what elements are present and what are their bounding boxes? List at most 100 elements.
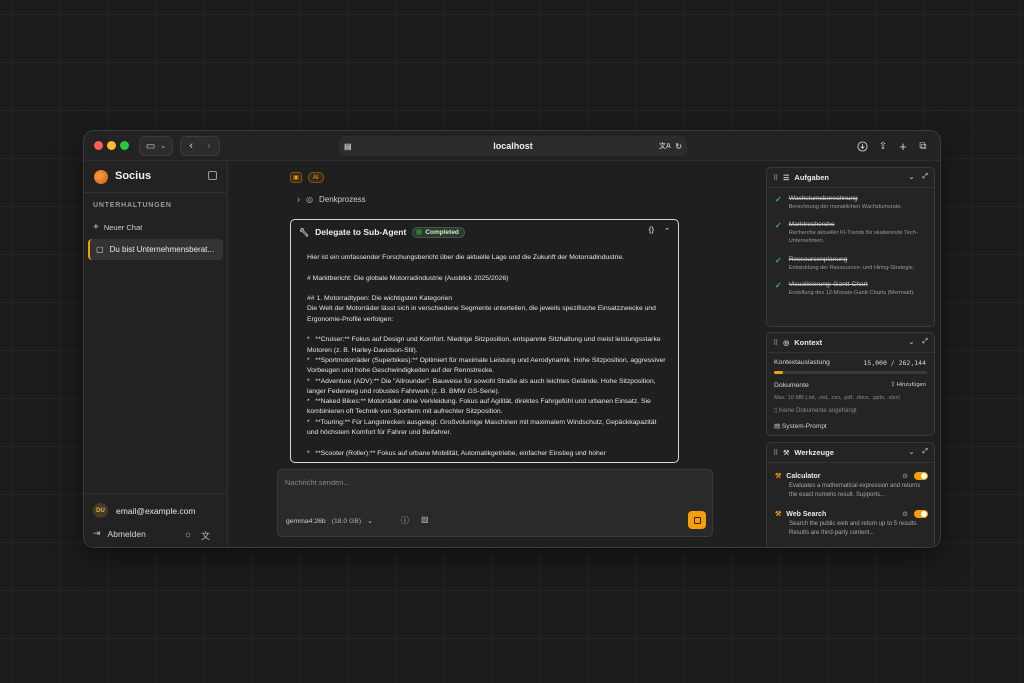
system-prompt-button[interactable]: ▤ System-Prompt xyxy=(774,422,827,430)
chevron-down-icon[interactable]: ⌄ xyxy=(909,448,915,456)
sub-agent-title: Delegate to Sub-Agent xyxy=(315,227,407,237)
tool-toggle[interactable] xyxy=(914,472,928,480)
context-icon: ◎ xyxy=(783,339,790,347)
tool-name: Calculator xyxy=(786,472,821,480)
no-documents-label: Keine Dokumente angehängt xyxy=(778,408,857,414)
tool-settings-icon[interactable]: ⚙ xyxy=(902,510,908,518)
new-tab-icon[interactable]: + xyxy=(896,136,910,156)
back-button[interactable]: ‹ xyxy=(189,140,193,152)
tabs-overview-icon[interactable]: ⧉ xyxy=(916,136,930,156)
task-item: ✓ Ressourcenplanung Entwicklung der Ress… xyxy=(775,256,924,273)
browser-titlebar: ▭ ⌄ ‹ › ▤ localhost 文A ↻ ⇪ + ⧉ xyxy=(84,131,940,161)
image-icon[interactable]: ▨ xyxy=(421,515,429,524)
sidebar-toggle-button[interactable]: ▭ ⌄ xyxy=(139,136,173,156)
translate-icon[interactable]: 文A xyxy=(659,141,671,151)
new-chat-button[interactable]: + Neuer Chat xyxy=(93,222,142,233)
model-selector[interactable]: gemma4:26b (18.0 GB) ⌄ xyxy=(286,514,373,528)
theme-toggle-icon[interactable]: ☼ xyxy=(184,529,192,539)
task-title: Marktrecherche xyxy=(788,221,835,228)
wrench-icon: ⚒ xyxy=(775,473,782,480)
checkmark-icon: ✓ xyxy=(775,256,782,265)
add-document-label: Hinzufügen xyxy=(896,382,926,388)
close-window-button[interactable] xyxy=(94,141,103,150)
tool-item: ⚒ Web Search Search the public web and re… xyxy=(775,510,928,537)
prompt-icon: ▤ xyxy=(774,423,782,430)
expand-icon[interactable]: ⤢ xyxy=(922,173,928,181)
tool-desc: Search the public web and return up to 5… xyxy=(789,521,919,536)
tool-desc: Evaluates a mathematical expression and … xyxy=(789,483,921,498)
checkmark-icon: ✓ xyxy=(775,195,782,204)
drag-handle-icon[interactable]: ⠿ xyxy=(773,449,778,457)
context-panel: ⠿ ◎ Kontext ⌄ ⤢ Kontextauslastung 15,000 … xyxy=(766,332,935,436)
chevron-right-icon: › xyxy=(297,194,300,204)
tool-toggle[interactable] xyxy=(914,510,928,518)
socius-logo xyxy=(94,170,108,184)
sub-agent-header[interactable]: 🔧︎ Delegate to Sub-Agent Completed {} ⌃ xyxy=(291,220,678,244)
checkmark-icon: ✓ xyxy=(775,281,782,290)
user-profile[interactable]: DU email@example.com xyxy=(93,503,196,518)
send-button[interactable] xyxy=(688,511,706,529)
expand-icon[interactable]: ⤢ xyxy=(922,338,928,346)
collapse-sidebar-icon[interactable] xyxy=(208,171,217,180)
sub-agent-card: 🔧︎ Delegate to Sub-Agent Completed {} ⌃ … xyxy=(290,219,679,463)
no-documents-text: ▯ Keine Dokumente angehängt xyxy=(774,407,857,414)
thinking-label: Denkprozess xyxy=(318,194,366,204)
language-icon[interactable]: 文 xyxy=(201,529,210,542)
wrench-icon: ⚒ xyxy=(783,449,790,457)
tasks-panel-header: ⠿ ☰ Aufgaben ⌄ ⤢ xyxy=(767,168,934,188)
address-bar[interactable]: ▤ localhost 文A ↻ xyxy=(339,136,687,156)
message-composer: Nachricht senden... gemma4:26b (18.0 GB)… xyxy=(277,469,713,537)
documents-label: Dokumente xyxy=(774,382,809,389)
chat-main: ▣ AI › ◎ Denkprozess 🔧︎ Delegate to Sub-… xyxy=(229,161,759,547)
code-view-button[interactable]: {} xyxy=(649,227,654,235)
expand-icon[interactable]: ⤢ xyxy=(922,448,928,456)
drag-handle-icon[interactable]: ⠿ xyxy=(773,339,778,347)
wrench-icon: ⚒ xyxy=(775,511,782,518)
share-icon[interactable]: ⇪ xyxy=(876,136,890,156)
task-desc: Entwicklung der Ressourcen- und Hiring-S… xyxy=(788,265,915,271)
download-icon[interactable] xyxy=(855,136,869,156)
info-icon[interactable]: ⓘ xyxy=(401,515,409,526)
divider xyxy=(84,493,227,494)
documents-hint: Max. 10 MB (.txt, .md, .csv, .pdf, .docx… xyxy=(774,395,901,401)
url-text: localhost xyxy=(493,141,533,151)
tool-settings-icon[interactable]: ⚙ xyxy=(902,472,908,480)
sidebar: Socius UNTERHALTUNGEN + Neuer Chat ▢ Du … xyxy=(84,161,228,547)
sub-agent-output: Hier ist ein umfassender Forschungsberic… xyxy=(307,253,667,459)
maximize-window-button[interactable] xyxy=(120,141,129,150)
message-input[interactable]: Nachricht senden... xyxy=(285,478,350,487)
tool-name: Web Search xyxy=(786,510,827,518)
model-size: (18.0 GB) xyxy=(331,517,362,525)
output-paragraph: * **Scooter (Roller):** Fokus auf urbane… xyxy=(307,449,606,457)
reload-icon[interactable]: ↻ xyxy=(675,142,682,151)
thinking-toggle[interactable]: › ◎ Denkprozess xyxy=(290,191,405,207)
avatar: DU xyxy=(93,503,108,518)
tasks-icon: ☰ xyxy=(783,174,790,182)
page-icon: ▤ xyxy=(344,141,352,151)
sidebar-chat-item[interactable]: ▢ Du bist Unternehmensberat... xyxy=(88,239,223,260)
status-label: Completed xyxy=(425,228,459,236)
checkmark-icon: ✓ xyxy=(775,221,782,230)
drag-handle-icon[interactable]: ⠿ xyxy=(773,174,778,182)
chevron-down-icon[interactable]: ⌄ xyxy=(909,338,915,346)
logout-button[interactable]: ⇥ Abmelden xyxy=(93,528,146,539)
chevron-up-icon[interactable]: ⌃ xyxy=(664,227,670,235)
sidebar-icon: ▭ xyxy=(145,140,156,152)
task-title: Visualisierung: Gantt-Chart xyxy=(788,281,868,288)
task-desc: Berechnung der monatlichen Wachstumsrate… xyxy=(788,204,902,210)
ai-badge: AI xyxy=(308,172,324,183)
context-usage-label: Kontextauslastung xyxy=(774,359,830,366)
brand-name: Socius xyxy=(115,170,152,182)
browser-window: ▭ ⌄ ‹ › ▤ localhost 文A ↻ ⇪ + ⧉ Socius UN… xyxy=(83,130,941,548)
forward-button[interactable]: › xyxy=(207,140,211,152)
briefcase-icon: ▣ xyxy=(290,172,302,183)
tool-item: ⚒ Calculator Evaluates a mathematical exp… xyxy=(775,472,928,499)
system-prompt-label: System-Prompt xyxy=(781,423,827,430)
context-panel-header: ⠿ ◎ Kontext ⌄ ⤢ xyxy=(767,333,934,353)
add-document-button[interactable]: ⇪ Hinzufügen xyxy=(890,382,926,388)
chevron-down-icon[interactable]: ⌄ xyxy=(909,173,915,181)
context-usage-fill xyxy=(774,371,783,374)
chevron-down-icon: ⌄ xyxy=(160,143,167,150)
header-actions: {} ⌃ xyxy=(649,227,670,235)
minimize-window-button[interactable] xyxy=(107,141,116,150)
